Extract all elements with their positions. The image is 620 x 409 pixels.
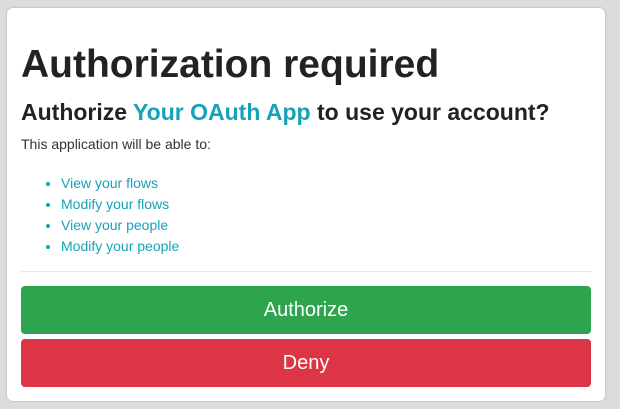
subtitle-suffix: to use your account? [310,99,550,125]
page-title: Authorization required [21,43,440,86]
permissions-intro: This application will be able to: [21,136,211,152]
app-name: Your OAuth App [133,99,311,125]
permission-list: View your flows Modify your flows View y… [21,173,179,257]
permission-link-modify-people[interactable]: Modify your people [61,238,179,254]
permission-link-view-flows[interactable]: View your flows [61,175,158,191]
permission-link-view-people[interactable]: View your people [61,217,168,233]
permission-item: View your flows [61,173,179,194]
permission-item: View your people [61,215,179,236]
permission-item: Modify your people [61,236,179,257]
authorize-button[interactable]: Authorize [21,286,591,334]
divider [21,271,591,272]
permission-item: Modify your flows [61,194,179,215]
deny-button[interactable]: Deny [21,339,591,387]
permission-link-modify-flows[interactable]: Modify your flows [61,196,169,212]
authorization-card: Authorization required Authorize Your OA… [7,8,605,401]
authorization-question: Authorize Your OAuth App to use your acc… [21,98,550,126]
subtitle-prefix: Authorize [21,99,134,125]
